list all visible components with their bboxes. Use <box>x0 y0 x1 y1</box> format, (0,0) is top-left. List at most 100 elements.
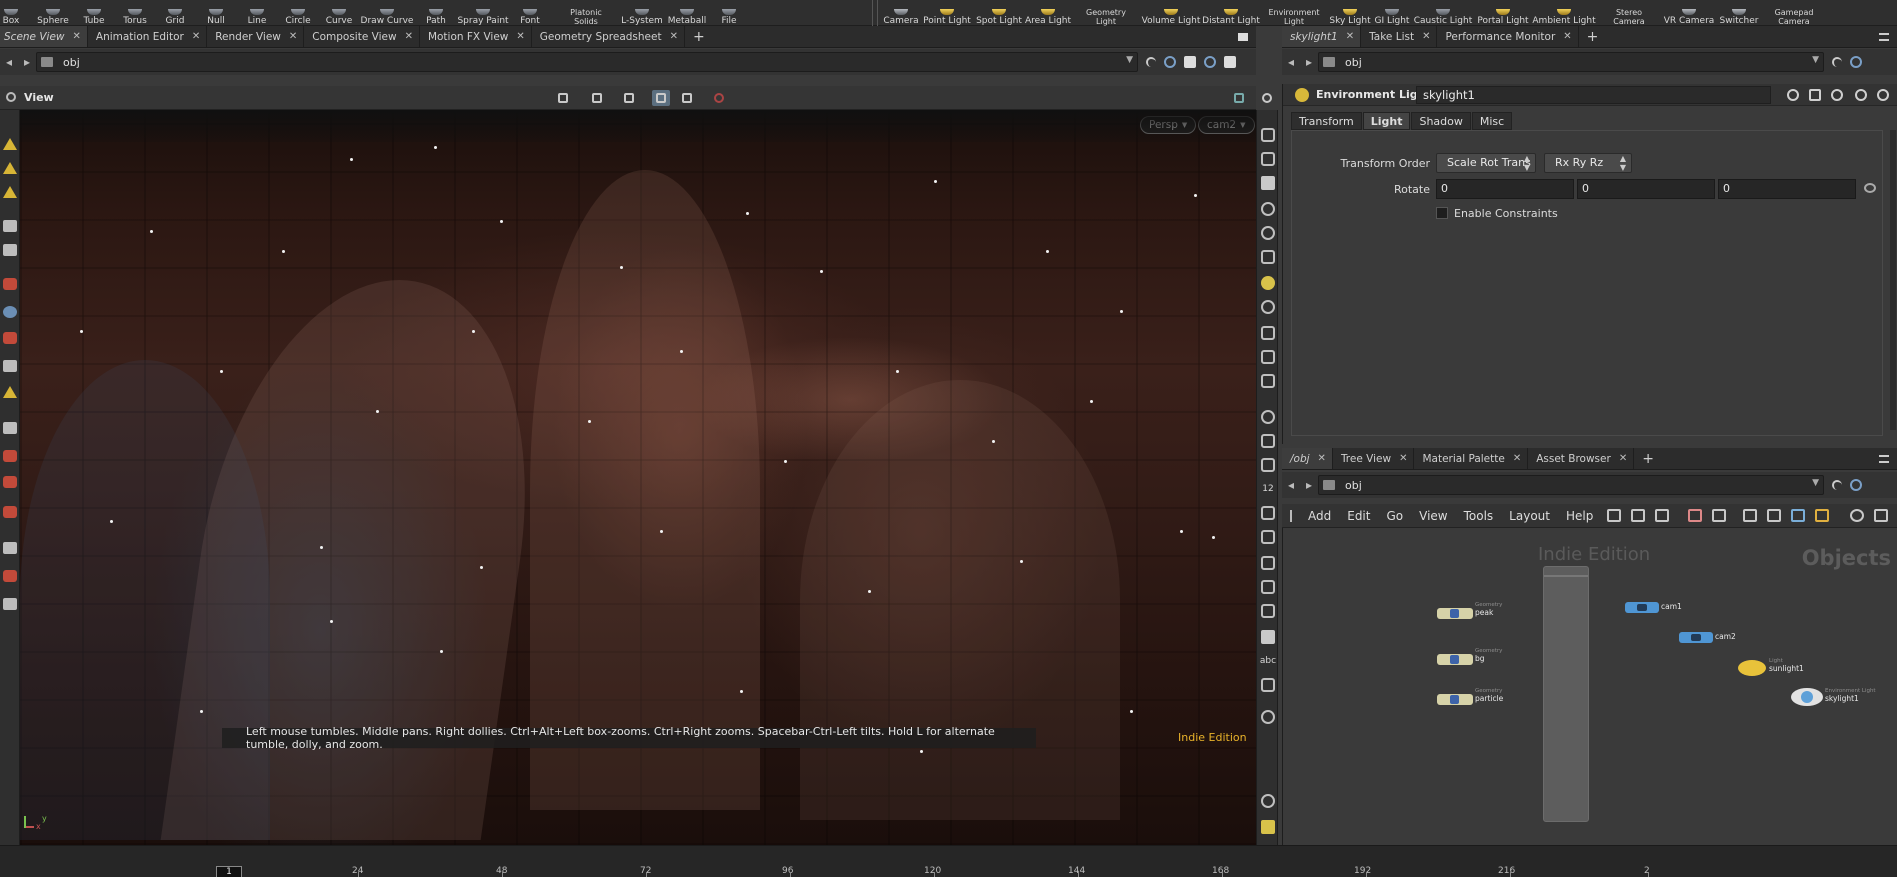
shelf-tool-null[interactable]: Null <box>204 0 228 26</box>
text-display-label[interactable]: abc <box>1259 656 1277 666</box>
tab-light[interactable]: Light <box>1362 112 1411 130</box>
pin-icon[interactable] <box>1832 480 1842 490</box>
list-view-icon[interactable] <box>1655 509 1670 522</box>
tab-material-palette[interactable]: Material Palette ✕ <box>1414 448 1529 469</box>
pin-icon[interactable] <box>1146 57 1156 67</box>
point-snap-icon[interactable] <box>3 506 17 518</box>
wireframe-icon[interactable] <box>1261 128 1275 142</box>
display-icon[interactable] <box>1184 56 1196 68</box>
tree-icon[interactable] <box>1631 509 1646 522</box>
menu-layout[interactable]: Layout <box>1501 509 1558 523</box>
point-numbers-label[interactable]: 12 <box>1259 484 1277 494</box>
node-name-field[interactable]: skylight1 <box>1416 86 1771 104</box>
back-arrow-icon[interactable]: ◂ <box>1282 478 1300 492</box>
attract-icon[interactable] <box>3 476 17 488</box>
point-display-icon[interactable] <box>1261 410 1275 424</box>
lighting-icon[interactable] <box>1261 250 1275 264</box>
sphere-tool-icon[interactable] <box>3 306 17 318</box>
menu-add[interactable]: Add <box>1300 509 1339 523</box>
add-tab-button[interactable]: + <box>1634 448 1662 469</box>
shelf-tool-file[interactable]: File <box>718 0 740 26</box>
tab-scene-view[interactable]: Scene View ✕ <box>0 26 88 47</box>
shelf-tool-draw-curve[interactable]: Draw Curve <box>361 0 413 26</box>
node-skylight1[interactable] <box>1791 688 1823 706</box>
shelf-tool-area-light[interactable]: Area Light <box>1025 0 1071 26</box>
network-box[interactable] <box>1543 566 1589 822</box>
display-options-icon[interactable] <box>1230 90 1248 106</box>
crop-icon[interactable] <box>1261 556 1275 570</box>
forward-arrow-icon[interactable]: ▸ <box>18 55 36 69</box>
tab-skylight1[interactable]: skylight1 ✕ <box>1282 26 1362 47</box>
close-icon[interactable]: ✕ <box>1513 453 1521 464</box>
close-icon[interactable]: ✕ <box>192 31 200 42</box>
tab-obj[interactable]: /obj ✕ <box>1282 448 1333 469</box>
viewer-path-field[interactable]: obj ▼ <box>36 52 1138 72</box>
camera-view-icon[interactable] <box>678 90 696 106</box>
shelf-tool-circle[interactable]: Circle <box>282 0 314 26</box>
brush-display-icon[interactable] <box>1261 458 1275 472</box>
guides-icon[interactable] <box>1261 580 1275 594</box>
node-peak[interactable] <box>1437 608 1473 619</box>
shelf-tool-camera[interactable]: Camera <box>883 0 919 26</box>
bone-display-icon[interactable] <box>1261 604 1275 618</box>
tab-render-view[interactable]: Render View ✕ <box>207 26 305 47</box>
pin-icon[interactable] <box>1832 57 1842 67</box>
folder-icon[interactable] <box>1815 509 1830 522</box>
shelf-tool-font[interactable]: Font <box>518 0 542 26</box>
select-mode-icon[interactable] <box>620 90 638 106</box>
shelf-tool-point-light[interactable]: Point Light <box>922 0 972 26</box>
projection-menu[interactable]: Persp ▼ <box>1140 116 1197 134</box>
help-icon[interactable] <box>1877 89 1889 101</box>
snap-tool-icon[interactable] <box>3 386 17 398</box>
tab-take-list[interactable]: Take List ✕ <box>1361 26 1438 47</box>
info-icon[interactable] <box>1261 794 1275 808</box>
node-cam2[interactable] <box>1679 632 1713 643</box>
close-icon[interactable]: ✕ <box>1399 453 1407 464</box>
shelf-tool-box[interactable]: Box <box>0 0 22 26</box>
parameter-scrollbar[interactable] <box>1890 130 1896 430</box>
shelf-tool-portal-light[interactable]: Portal Light <box>1476 0 1530 26</box>
gear-icon[interactable] <box>1787 89 1799 101</box>
menu-edit[interactable]: Edit <box>1339 509 1378 523</box>
lock-icon[interactable] <box>3 244 17 256</box>
shelf-tool-curve[interactable]: Curve <box>324 0 354 26</box>
maximize-pane-icon[interactable] <box>1238 32 1248 41</box>
shelf-tool-metaball[interactable]: Metaball <box>666 0 708 26</box>
lock-camera-icon[interactable] <box>1261 176 1275 190</box>
search-icon[interactable] <box>1831 89 1843 101</box>
shelf-tool-ambient-light[interactable]: Ambient Light <box>1532 0 1596 26</box>
close-icon[interactable]: ✕ <box>1422 31 1430 42</box>
enable-constraints-checkbox[interactable] <box>1436 207 1448 219</box>
secure-selection-icon[interactable] <box>588 90 606 106</box>
tab-shadow[interactable]: Shadow <box>1411 112 1471 130</box>
link-icon[interactable] <box>1850 479 1862 491</box>
tab-geometry-spreadsheet[interactable]: Geometry Spreadsheet ✕ <box>532 26 685 47</box>
shelf-tool-gamepad-camera[interactable]: Gamepad Camera <box>1766 0 1822 26</box>
shelf-tool-spot-light[interactable]: Spot Light <box>976 0 1022 26</box>
light-bulb-icon[interactable] <box>1261 276 1275 290</box>
color-palette-icon[interactable] <box>1688 509 1703 522</box>
snapshot-icon[interactable] <box>1224 56 1236 68</box>
network-path-field[interactable]: obj ▼ <box>1318 475 1824 495</box>
pin-display-icon[interactable] <box>1261 710 1275 724</box>
mask-icon[interactable] <box>1261 630 1275 644</box>
shelf-tool-l-system[interactable]: L-System <box>620 0 664 26</box>
handle-tool-icon[interactable] <box>3 138 17 150</box>
menu-help[interactable]: Help <box>1558 509 1601 523</box>
background-icon[interactable] <box>1261 374 1275 388</box>
select-tool-icon[interactable] <box>554 90 572 106</box>
shelf-tool-line[interactable]: Line <box>244 0 270 26</box>
tab-animation-editor[interactable]: Animation Editor ✕ <box>88 26 208 47</box>
paint-tool-icon[interactable] <box>3 186 17 198</box>
magnet-icon[interactable] <box>3 278 17 290</box>
brush-tool-icon[interactable] <box>3 162 17 174</box>
bone-tool-icon[interactable] <box>3 570 17 582</box>
node-bg[interactable] <box>1437 654 1473 665</box>
add-tab-button[interactable]: + <box>1579 26 1607 47</box>
curve-snap-icon[interactable] <box>3 450 17 462</box>
sticky-note-icon[interactable] <box>1767 509 1782 522</box>
close-icon[interactable]: ✕ <box>670 31 678 42</box>
hda-icon[interactable] <box>1809 89 1821 101</box>
shelf-tool-path[interactable]: Path <box>424 0 448 26</box>
tab-motion-fx-view[interactable]: Motion FX View ✕ <box>420 26 532 47</box>
